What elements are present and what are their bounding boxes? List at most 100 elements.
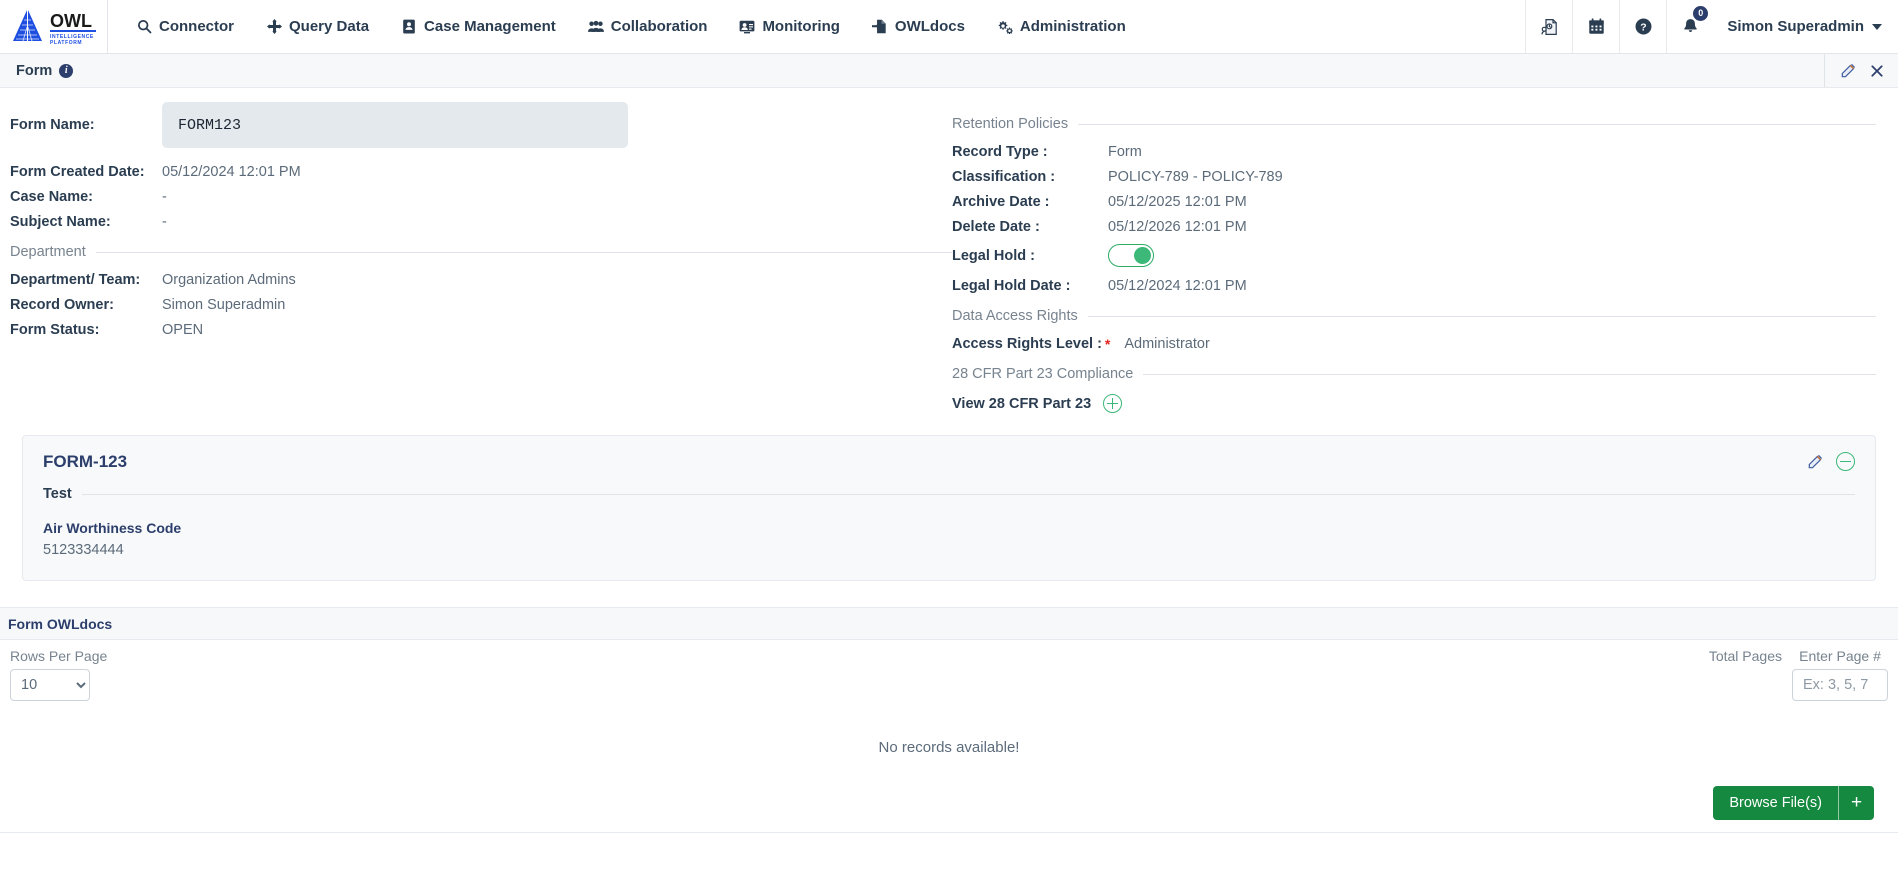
top-navigation-bar: OWL INTELLIGENCE PLATFORM Connector Quer… (0, 0, 1898, 54)
minus-circle-icon[interactable] (1836, 452, 1855, 471)
chevron-down-icon (1872, 23, 1882, 30)
section-divider (81, 493, 1855, 495)
section-divider (1087, 315, 1876, 317)
owl-logo[interactable]: OWL INTELLIGENCE PLATFORM (0, 0, 108, 53)
section-divider (1143, 373, 1876, 375)
legal-hold-date-value: 05/12/2024 12:01 PM (1108, 278, 1247, 294)
arrows-move-icon (266, 19, 282, 35)
case-name-value: - (162, 189, 167, 205)
no-records-message: No records available! (878, 739, 1020, 756)
total-pages-group: Total Pages (1709, 648, 1782, 701)
department-team-value: Organization Admins (162, 272, 296, 288)
user-menu[interactable]: Simon Superadmin (1713, 0, 1898, 53)
rows-per-page-select[interactable]: 102550100 (10, 669, 90, 701)
nav-item-connector[interactable]: Connector (120, 0, 250, 54)
form-created-date-label: Form Created Date: (10, 164, 145, 180)
nav-label: Monitoring (762, 18, 840, 35)
delete-date-label: Delete Date : (952, 219, 1040, 235)
monitor-user-icon (739, 19, 755, 35)
form-created-date-row: Form Created Date: 05/12/2024 12:01 PM (10, 164, 952, 180)
form-123-card: FORM-123 Test Air Worthiness Code 512333… (22, 435, 1876, 581)
data-access-rights-section-header: Data Access Rights (952, 308, 1876, 324)
main-menu: Connector Query Data Case Management Col… (108, 0, 1525, 53)
notification-badge: 0 (1693, 6, 1709, 21)
air-worthiness-code-label: Air Worthiness Code (43, 520, 182, 536)
record-type-row: Record Type : Form (952, 144, 1876, 160)
air-worthiness-code-value: 5123334444 (43, 542, 124, 558)
enter-page-label: Enter Page # (1799, 648, 1881, 664)
nav-item-case-management[interactable]: Case Management (385, 0, 572, 54)
nav-label: Connector (159, 18, 234, 35)
form-123-card-title: FORM-123 (43, 452, 128, 471)
form-right-column: Retention Policies Record Type : Form Cl… (952, 102, 1898, 413)
legal-hold-toggle[interactable] (1108, 244, 1154, 267)
rows-per-page-group: Rows Per Page 102550100 (10, 648, 107, 701)
nav-item-collaboration[interactable]: Collaboration (572, 0, 724, 54)
browse-files-row: Browse File(s) + (0, 782, 1898, 832)
report-icon[interactable] (1525, 0, 1572, 53)
nav-item-query-data[interactable]: Query Data (250, 0, 385, 54)
access-rights-level-label: Access Rights Level : (952, 336, 1102, 352)
info-icon[interactable]: i (59, 63, 74, 78)
help-icon[interactable]: ? (1619, 0, 1666, 53)
section-divider (95, 251, 952, 253)
record-owner-row: Record Owner: Simon Superadmin (10, 297, 952, 313)
record-owner-value: Simon Superadmin (162, 297, 286, 313)
nav-label: OWLdocs (894, 18, 965, 35)
archive-date-row: Archive Date : 05/12/2025 12:01 PM (952, 194, 1876, 210)
page-title: Form i (16, 62, 74, 79)
classification-row: Classification : POLICY-789 - POLICY-789 (952, 169, 1876, 185)
classification-label: Classification : (952, 169, 1056, 185)
svg-text:PLATFORM: PLATFORM (50, 40, 82, 46)
archive-date-value: 05/12/2025 12:01 PM (1108, 194, 1247, 210)
data-access-rights-label: Data Access Rights (952, 308, 1078, 324)
subject-name-label: Subject Name: (10, 214, 111, 230)
nav-item-owldocs[interactable]: OWLdocs (856, 0, 981, 54)
plus-icon[interactable]: + (1838, 786, 1874, 820)
classification-value: POLICY-789 - POLICY-789 (1108, 169, 1283, 185)
delete-date-value: 05/12/2026 12:01 PM (1108, 219, 1247, 235)
browse-files-button[interactable]: Browse File(s) + (1713, 786, 1874, 820)
form-status-row: Form Status: OPEN (10, 322, 952, 338)
access-rights-level-value: Administrator (1124, 336, 1210, 352)
record-type-label: Record Type : (952, 144, 1048, 160)
user-name-label: Simon Superadmin (1727, 18, 1864, 35)
total-pages-value (1709, 669, 1782, 701)
retention-policies-section-header: Retention Policies (952, 116, 1876, 132)
record-type-value: Form (1108, 144, 1142, 160)
search-icon (136, 19, 152, 35)
nav-label: Query Data (289, 18, 370, 35)
edit-icon[interactable] (1808, 454, 1823, 469)
calendar-icon[interactable] (1572, 0, 1619, 53)
legal-hold-date-label: Legal Hold Date : (952, 278, 1071, 294)
access-rights-level-label-group: Access Rights Level : * (952, 336, 1110, 352)
edit-icon[interactable] (1841, 63, 1856, 78)
enter-page-input[interactable] (1792, 669, 1888, 701)
enter-page-group: Enter Page # (1792, 648, 1888, 701)
owldocs-toolbar: Rows Per Page 102550100 Total Pages Ente… (10, 648, 1888, 701)
cfr-section-header: 28 CFR Part 23 Compliance (952, 366, 1876, 382)
nav-right-actions: ? 0 Simon Superadmin (1525, 0, 1898, 53)
legal-hold-label: Legal Hold : (952, 247, 1035, 264)
form-123-subsection-label: Test (43, 486, 72, 502)
form-left-column: Form Name: Form Created Date: 05/12/2024… (0, 102, 952, 413)
id-card-icon (401, 19, 417, 35)
form-name-label: Form Name: (10, 117, 95, 133)
close-icon[interactable] (1870, 64, 1884, 78)
department-team-label: Department/ Team: (10, 272, 141, 288)
users-icon (587, 19, 604, 35)
form-name-input[interactable] (162, 102, 628, 148)
form-status-label: Form Status: (10, 322, 100, 338)
nav-item-monitoring[interactable]: Monitoring (723, 0, 855, 54)
legal-hold-date-row: Legal Hold Date : 05/12/2024 12:01 PM (952, 278, 1876, 294)
bell-icon[interactable]: 0 (1666, 0, 1713, 53)
plus-circle-icon[interactable] (1103, 394, 1123, 413)
total-pages-label: Total Pages (1708, 648, 1782, 664)
nav-item-administration[interactable]: Administration (981, 0, 1142, 54)
form-123-subsection-header: Test (43, 486, 1855, 502)
nav-label: Case Management (424, 18, 556, 35)
form-title-label: Form (16, 62, 53, 79)
nav-label: Collaboration (610, 18, 708, 35)
access-rights-level-row: Access Rights Level : * Administrator (952, 336, 1876, 352)
form-detail-body: Form Name: Form Created Date: 05/12/2024… (0, 88, 1898, 413)
